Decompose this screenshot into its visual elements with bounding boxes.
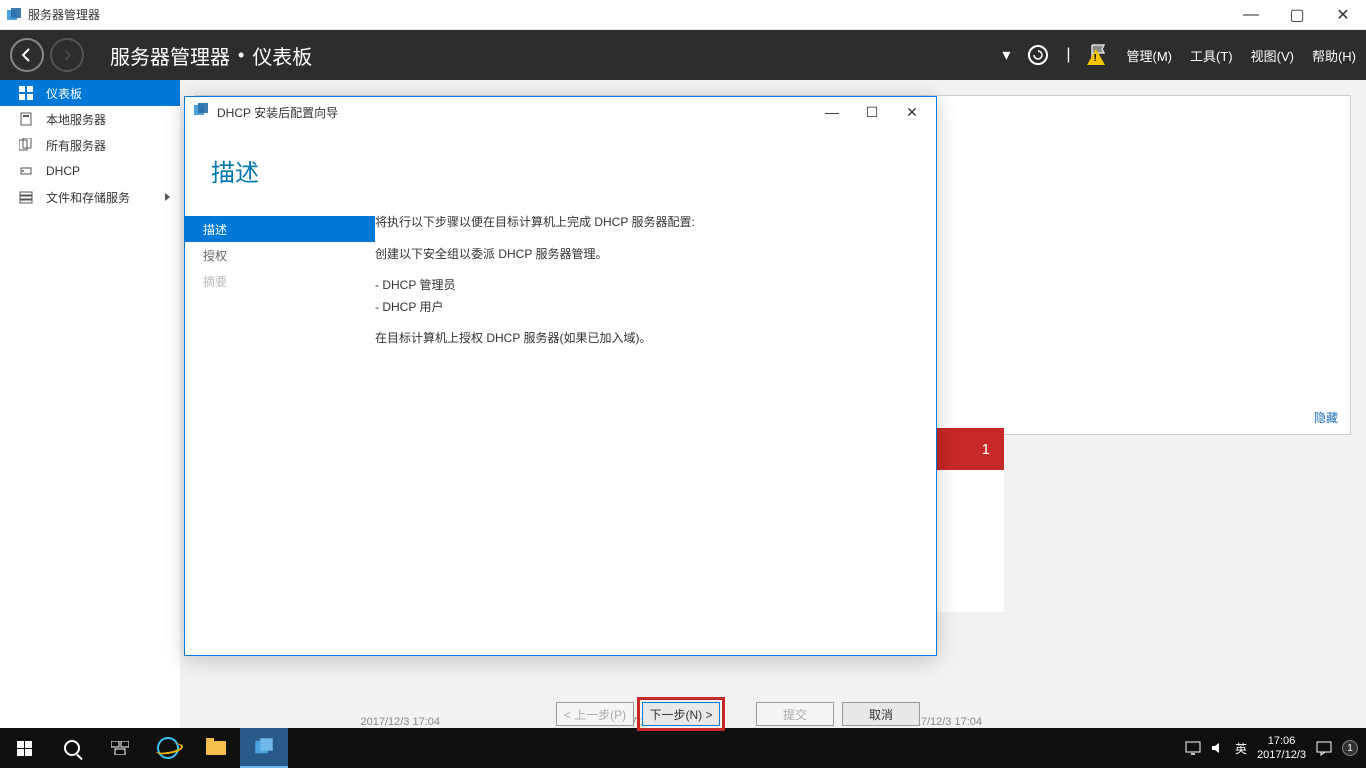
menu-tools[interactable]: 工具(T)	[1190, 46, 1233, 65]
tray-action-center-icon[interactable]	[1316, 740, 1332, 756]
cancel-button[interactable]: 取消	[842, 702, 920, 726]
servers-icon	[18, 137, 34, 153]
dialog-footer: < 上一步(P) 下一步(N) > 提交 取消	[185, 688, 936, 740]
app-header: 服务器管理器 • 仪表板 ▾ | ! 管理(M) 工具(T) 视图(V) 帮助(…	[0, 30, 1366, 80]
window-title: 服务器管理器	[28, 6, 100, 23]
breadcrumb-current: 仪表板	[252, 41, 312, 70]
tile-count: 1	[982, 441, 990, 458]
sidebar-label: DHCP	[46, 164, 80, 178]
tray-volume-icon[interactable]	[1211, 741, 1225, 755]
chevron-right-icon	[165, 193, 170, 201]
tray-network-icon[interactable]	[1185, 741, 1201, 755]
header-dropdown-caret[interactable]: ▾	[1002, 45, 1010, 65]
wizard-nav: 描述 授权 摘要	[185, 212, 375, 688]
sidebar-item-dhcp[interactable]: DHCP	[0, 158, 180, 184]
notifications-flag-icon[interactable]: !	[1089, 43, 1109, 67]
dialog-titlebar[interactable]: DHCP 安装后配置向导 — ☐ ✕	[185, 97, 936, 127]
menu-manage[interactable]: 管理(M)	[1127, 46, 1173, 65]
tray-ime[interactable]: 英	[1235, 740, 1247, 757]
dialog-minimize-button[interactable]: —	[812, 98, 852, 126]
sidebar-label: 文件和存储服务	[46, 189, 130, 206]
sidebar-item-local-server[interactable]: 本地服务器	[0, 106, 180, 132]
window-titlebar: 服务器管理器 — ▢ ✕	[0, 0, 1366, 30]
start-button[interactable]	[0, 728, 48, 768]
wizard-step-authorization[interactable]: 授权	[185, 242, 375, 268]
menu-help[interactable]: 帮助(H)	[1312, 46, 1356, 65]
next-button[interactable]: 下一步(N) >	[642, 702, 720, 726]
maximize-button[interactable]: ▢	[1274, 0, 1320, 30]
dialog-title: DHCP 安装后配置向导	[217, 104, 338, 121]
refresh-icon[interactable]	[1028, 45, 1048, 65]
menu-view[interactable]: 视图(V)	[1251, 46, 1294, 65]
forward-button	[50, 38, 84, 72]
prev-button: < 上一步(P)	[556, 702, 634, 726]
wizard-icon	[193, 102, 209, 123]
sidebar: 仪表板 本地服务器 所有服务器 DHCP 文件和存储服务	[0, 80, 180, 210]
sidebar-item-file-storage[interactable]: 文件和存储服务	[0, 184, 180, 210]
storage-icon	[18, 189, 34, 205]
header-pipe: |	[1066, 46, 1070, 64]
submit-button: 提交	[756, 702, 834, 726]
wizard-text-line: 创建以下安全组以委派 DHCP 服务器管理。	[375, 244, 936, 266]
wizard-step-summary: 摘要	[185, 268, 375, 294]
hide-link[interactable]: 隐藏	[1314, 409, 1338, 426]
dialog-maximize-button[interactable]: ☐	[852, 98, 892, 126]
wizard-text-line: - DHCP 管理员	[375, 275, 936, 297]
sidebar-label: 所有服务器	[46, 137, 106, 154]
dialog-close-button[interactable]: ✕	[892, 98, 932, 126]
close-button[interactable]: ✕	[1320, 0, 1366, 30]
wizard-text-line: 在目标计算机上授权 DHCP 服务器(如果已加入域)。	[375, 328, 936, 350]
wizard-text-line: - DHCP 用户	[375, 297, 936, 319]
breadcrumb-sep: •	[238, 45, 244, 66]
wizard-content: 将执行以下步骤以便在目标计算机上完成 DHCP 服务器配置: 创建以下安全组以委…	[375, 212, 936, 688]
server-manager-icon	[6, 7, 22, 23]
sidebar-label: 仪表板	[46, 85, 82, 102]
minimize-button[interactable]: —	[1228, 0, 1274, 30]
wizard-text-line: 将执行以下步骤以便在目标计算机上完成 DHCP 服务器配置:	[375, 212, 936, 234]
task-view-button[interactable]	[96, 728, 144, 768]
breadcrumb-root[interactable]: 服务器管理器	[110, 41, 230, 70]
tray-clock[interactable]: 17:06 2017/12/3	[1257, 734, 1306, 763]
tray-info-badge-icon[interactable]: 1	[1342, 740, 1358, 756]
back-button[interactable]	[10, 38, 44, 72]
sidebar-label: 本地服务器	[46, 111, 106, 128]
sidebar-item-dashboard[interactable]: 仪表板	[0, 80, 180, 106]
server-icon	[18, 111, 34, 127]
dhcp-wizard-dialog: DHCP 安装后配置向导 — ☐ ✕ 描述 描述 授权 摘要 将执行以下步骤以便…	[184, 96, 937, 656]
search-button[interactable]	[48, 728, 96, 768]
dialog-heading: 描述	[185, 127, 936, 212]
sidebar-item-all-servers[interactable]: 所有服务器	[0, 132, 180, 158]
wizard-step-description[interactable]: 描述	[185, 216, 375, 242]
dhcp-icon	[18, 163, 34, 179]
dashboard-icon	[18, 85, 34, 101]
